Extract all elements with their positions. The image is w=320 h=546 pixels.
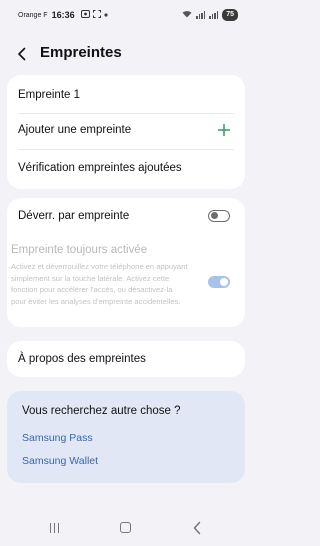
fingerprint-unlock-label: Déverr. par empreinte bbox=[18, 210, 130, 222]
page-title: Empreintes bbox=[40, 44, 122, 61]
screen-recorder-icon bbox=[80, 10, 90, 20]
fingerprints-card: Empreinte 1 Ajouter une empreinte Vérifi… bbox=[7, 75, 245, 189]
app-header: Empreintes bbox=[0, 40, 252, 70]
status-bar: Orange F 16:36 75 bbox=[0, 0, 252, 28]
fingerprint-unlock-item[interactable]: Déverr. par empreinte bbox=[18, 208, 234, 224]
plus-icon bbox=[217, 123, 231, 137]
home-icon[interactable] bbox=[120, 522, 131, 533]
add-fingerprint-item[interactable]: Ajouter une empreinte bbox=[18, 122, 234, 138]
navigation-bar bbox=[0, 510, 252, 546]
suggestions-card: Vous recherchez autre chose ? Samsung Pa… bbox=[7, 391, 245, 483]
signal-icon bbox=[195, 11, 206, 19]
status-right: 75 bbox=[182, 9, 238, 21]
about-fingerprints-item[interactable]: À propos des empreintes bbox=[18, 351, 234, 367]
wifi-icon bbox=[182, 10, 192, 20]
back-arrow-icon[interactable] bbox=[14, 46, 30, 62]
battery-icon: 75 bbox=[222, 9, 238, 21]
always-on-title: Empreinte toujours activée bbox=[11, 244, 148, 256]
signal-2-icon bbox=[208, 11, 219, 19]
nav-back-icon[interactable] bbox=[192, 521, 202, 535]
about-fingerprints-label: À propos des empreintes bbox=[18, 353, 146, 365]
add-fingerprint-label: Ajouter une empreinte bbox=[18, 124, 132, 136]
fingerprint-1-item[interactable]: Empreinte 1 bbox=[18, 87, 234, 103]
recents-icon[interactable] bbox=[50, 523, 62, 533]
notification-dot-icon bbox=[104, 12, 108, 19]
divider bbox=[18, 113, 234, 114]
fingerprint-1-label: Empreinte 1 bbox=[18, 89, 81, 101]
about-card[interactable]: À propos des empreintes bbox=[7, 341, 245, 377]
suggestions-title: Vous recherchez autre chose ? bbox=[22, 405, 181, 417]
screenshot-icon bbox=[92, 10, 101, 20]
always-on-toggle[interactable] bbox=[208, 276, 230, 288]
carrier-name: Orange F bbox=[18, 11, 48, 19]
status-left: Orange F 16:36 bbox=[18, 10, 108, 20]
check-fingerprints-label: Vérification empreintes ajoutées bbox=[18, 162, 182, 174]
samsung-wallet-link[interactable]: Samsung Wallet bbox=[22, 455, 98, 467]
toggle-knob bbox=[210, 212, 218, 219]
check-fingerprints-item[interactable]: Vérification empreintes ajoutées bbox=[18, 160, 234, 176]
fingerprint-unlock-toggle[interactable] bbox=[208, 210, 230, 222]
samsung-pass-link[interactable]: Samsung Pass bbox=[22, 432, 93, 444]
toggle-knob bbox=[220, 278, 228, 286]
clock: 16:36 bbox=[51, 10, 75, 20]
always-on-description: Activez et déverrouillez votre téléphone… bbox=[11, 262, 188, 306]
divider bbox=[18, 149, 234, 150]
